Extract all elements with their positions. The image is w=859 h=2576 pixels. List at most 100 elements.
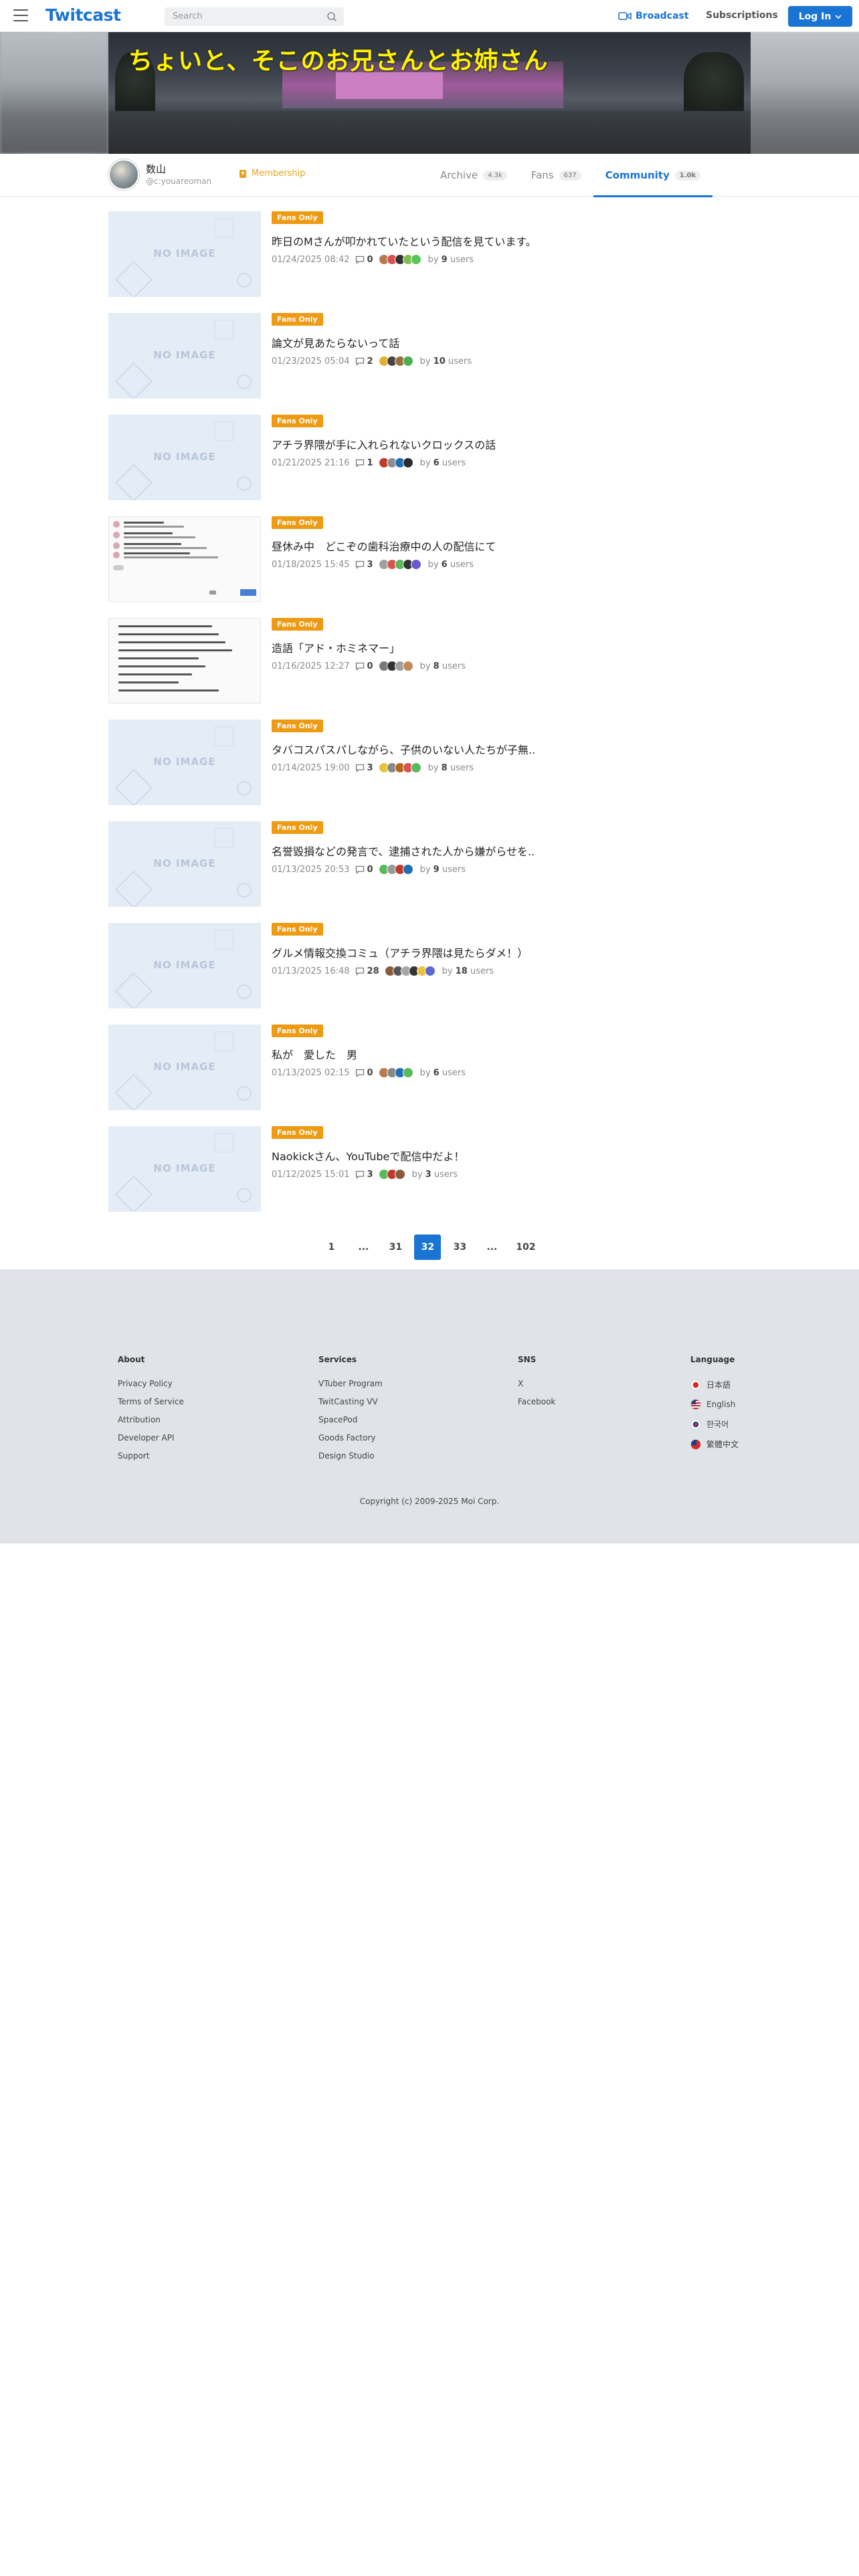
post-title[interactable]: グルメ情報交換コミュ（アチラ界隈は見たらダメ！） — [272, 944, 528, 960]
post-title[interactable]: 名誉毀損などの発言で、逮捕された人から嫌がらせを.. — [272, 843, 535, 859]
users-label: users — [450, 559, 474, 570]
membership-link[interactable]: Membership — [238, 169, 305, 179]
pagination-ellipsis: ... — [358, 1242, 369, 1253]
footer-link[interactable]: Privacy Policy — [118, 1379, 184, 1388]
login-button[interactable]: Log In — [788, 6, 852, 27]
footer-link[interactable]: Attribution — [118, 1415, 184, 1424]
participant-count: by 9 users — [428, 255, 474, 265]
participant-avatar — [410, 762, 421, 773]
post-thumbnail[interactable] — [108, 618, 261, 704]
community-post[interactable]: NO IMAGE Fans Only 私が 愛した 男 01/13/2025 02:1… — [108, 1025, 751, 1126]
footer-link[interactable]: Developer API — [118, 1433, 184, 1442]
community-post[interactable]: NO IMAGE Fans Only タバコスパスパしながら、子供のいない人たちが子… — [108, 720, 751, 821]
community-post[interactable]: NO IMAGE Fans Only 名誉毀損などの発言で、逮捕された人から嫌がらせ… — [108, 821, 751, 923]
post-title[interactable]: 昨日のMさんが叩かれていたという配信を見ています。 — [272, 233, 537, 249]
footer-link[interactable]: Terms of Service — [118, 1397, 184, 1406]
user-number: 8 — [433, 661, 440, 671]
community-post[interactable]: Fans Only 造語「アド・ホミネマー」 01/16/2025 12:27 0 by… — [108, 618, 751, 720]
community-post[interactable]: NO IMAGE Fans Only Naokickさん、YouTubeで配信中だよ… — [108, 1126, 751, 1228]
post-thumbnail[interactable] — [108, 516, 261, 602]
broadcast-button[interactable]: Broadcast — [618, 10, 688, 22]
footer-link[interactable]: Design Studio — [318, 1451, 383, 1461]
post-title[interactable]: 造語「アド・ホミネマー」 — [272, 639, 400, 655]
tab-fans[interactable]: Fans 637 — [519, 154, 593, 197]
post-thumbnail[interactable]: NO IMAGE — [108, 1126, 261, 1212]
thumbnail-decoration — [214, 218, 234, 238]
footer-link[interactable]: TwitCasting VV — [318, 1397, 383, 1406]
screenshot-avatar — [113, 552, 120, 558]
footer-heading: Services — [318, 1355, 357, 1364]
comment-count: 3 — [355, 560, 373, 570]
post-thumbnail[interactable]: NO IMAGE — [108, 313, 261, 399]
search-icon[interactable] — [326, 11, 337, 22]
participant-avatars — [384, 966, 436, 976]
thumbnail-decoration — [214, 930, 234, 950]
community-post[interactable]: NO IMAGE Fans Only アチラ界隈が手に入れられないクロックスの話 01… — [108, 415, 751, 516]
language-option[interactable]: 繁體中文 — [690, 1438, 739, 1450]
profile-name[interactable]: 数山 — [146, 162, 166, 176]
screenshot-text-line — [113, 565, 124, 570]
taiwan-flag-icon — [690, 1438, 701, 1450]
user-number: 18 — [455, 966, 468, 976]
pagination-page[interactable]: 31 — [382, 1235, 409, 1260]
post-title[interactable]: 私が 愛した 男 — [272, 1046, 357, 1062]
participant-avatars — [378, 661, 413, 671]
footer-link[interactable]: Goods Factory — [318, 1433, 383, 1442]
pagination-ellipsis: ... — [486, 1242, 498, 1253]
screenshot-text-line — [118, 665, 205, 667]
footer-link[interactable]: Facebook — [518, 1397, 555, 1406]
pagination-page[interactable]: 33 — [446, 1235, 473, 1260]
no-image-label: NO IMAGE — [153, 247, 216, 259]
tab-archive[interactable]: Archive 4.3k — [428, 154, 519, 197]
post-title[interactable]: 昼休み中 どこぞの歯科治療中の人の配信にて — [272, 538, 496, 554]
comment-count: 28 — [355, 966, 379, 976]
comment-number: 2 — [367, 356, 373, 366]
screenshot-text-line — [118, 657, 199, 659]
fans-only-badge: Fans Only — [272, 923, 323, 936]
language-option[interactable]: English — [690, 1399, 739, 1410]
participant-avatar — [410, 559, 421, 570]
post-meta: 01/12/2025 15:01 3 by 3 users — [272, 1168, 458, 1181]
pagination-page[interactable]: 1 — [318, 1235, 345, 1260]
post-thumbnail[interactable]: NO IMAGE — [108, 821, 261, 907]
post-title[interactable]: タバコスパスパしながら、子供のいない人たちが子無.. — [272, 741, 535, 757]
post-date: 01/13/2025 16:48 — [272, 966, 350, 976]
comment-icon — [355, 967, 364, 976]
post-thumbnail[interactable]: NO IMAGE — [108, 211, 261, 297]
footer-link[interactable]: SpacePod — [318, 1415, 383, 1424]
post-thumbnail[interactable]: NO IMAGE — [108, 1025, 261, 1110]
site-logo[interactable]: Twitcast — [45, 5, 121, 25]
community-post[interactable]: NO IMAGE Fans Only グルメ情報交換コミュ（アチラ界隈は見たらダメ！… — [108, 923, 751, 1025]
post-title[interactable]: Naokickさん、YouTubeで配信中だよ！ — [272, 1148, 464, 1164]
community-post[interactable]: NO IMAGE Fans Only 昨日のMさんが叩かれていたという配信を見ていま… — [108, 211, 751, 313]
pagination-page[interactable]: 32 — [414, 1235, 442, 1260]
post-date: 01/21/2025 21:16 — [272, 457, 350, 468]
community-post[interactable]: NO IMAGE Fans Only 論文が見あたらないって話 01/23/2025 … — [108, 313, 751, 415]
post-thumbnail[interactable]: NO IMAGE — [108, 415, 261, 500]
post-thumbnail[interactable]: NO IMAGE — [108, 720, 261, 805]
participant-avatars — [378, 254, 421, 265]
broadcast-label: Broadcast — [636, 11, 689, 21]
footer-link[interactable]: VTuber Program — [318, 1379, 383, 1388]
footer-link[interactable]: Support — [118, 1451, 184, 1461]
pagination-page[interactable]: 102 — [510, 1235, 541, 1260]
avatar[interactable] — [108, 159, 139, 190]
users-label: users — [450, 762, 474, 773]
language-option[interactable]: 日本語 — [690, 1379, 739, 1390]
post-title[interactable]: アチラ界隈が手に入れられないクロックスの話 — [272, 436, 496, 452]
by-label: by — [419, 457, 431, 468]
search-input[interactable]: Search — [165, 7, 344, 26]
tab-community[interactable]: Community 1.0k — [593, 154, 713, 197]
language-option[interactable]: 한국어 — [690, 1418, 739, 1430]
users-label: users — [442, 457, 466, 468]
thumbnail-decoration — [114, 972, 153, 1008]
thumbnail-decoration — [114, 362, 153, 399]
subscriptions-link[interactable]: Subscriptions — [706, 10, 778, 21]
footer-link[interactable]: X — [518, 1379, 555, 1388]
post-thumbnail[interactable]: NO IMAGE — [108, 923, 261, 1008]
fans-only-badge: Fans Only — [272, 1025, 323, 1037]
footer-heading: SNS — [518, 1355, 537, 1364]
menu-icon[interactable] — [13, 9, 28, 21]
post-title[interactable]: 論文が見あたらないって話 — [272, 334, 399, 350]
community-post[interactable]: Fans Only 昼休み中 どこぞの歯科治療中の人の配信にて 01/18/2025… — [108, 516, 751, 618]
